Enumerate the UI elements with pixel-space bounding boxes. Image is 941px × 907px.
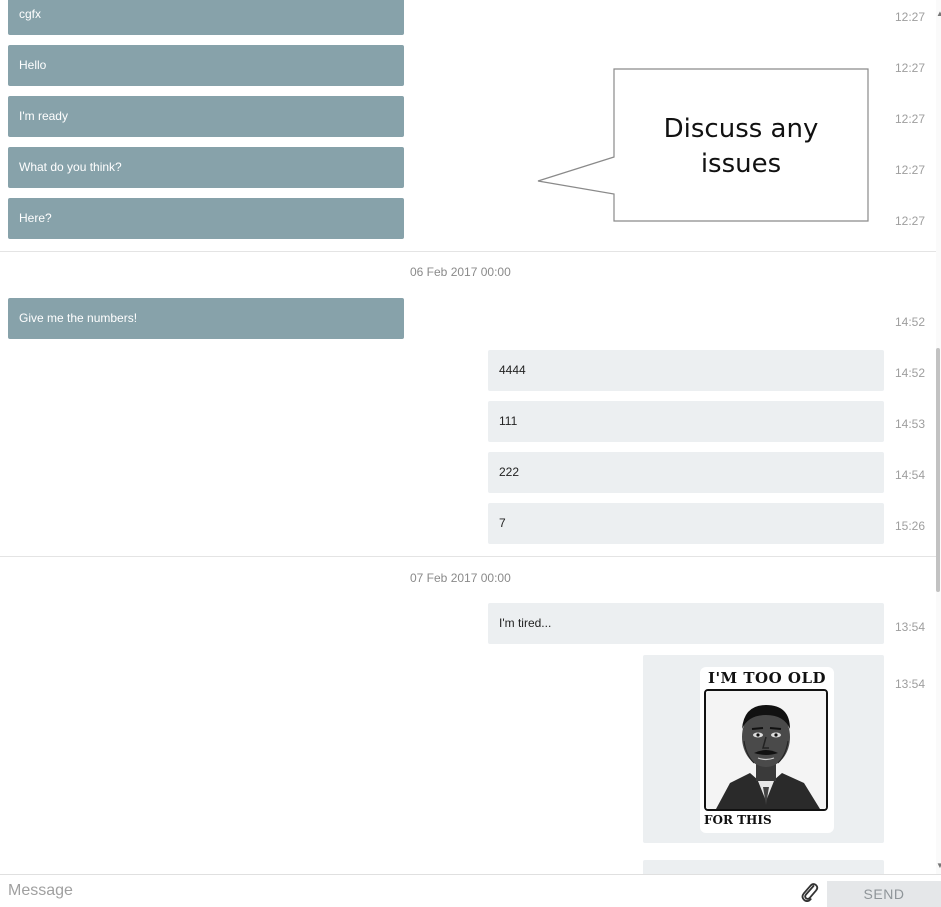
message-time: 14:52	[895, 315, 926, 329]
message-time: 13:54	[895, 620, 926, 634]
message-time: 14:52	[895, 366, 926, 380]
scrollbar-thumb[interactable]	[936, 348, 940, 592]
message-bubble-outgoing[interactable]: I'm tired...	[488, 603, 884, 644]
message-time: 13:54	[895, 677, 926, 691]
message-bubble-outgoing-partial[interactable]	[643, 860, 884, 874]
image-message-bubble[interactable]: I'M TOO OLD FOR THIS	[643, 655, 884, 843]
message-time: 12:27	[895, 163, 926, 177]
meme-image[interactable]: I'M TOO OLD FOR THIS	[700, 667, 834, 833]
message-bubble-outgoing[interactable]: 111	[488, 401, 884, 442]
date-separator: 06 Feb 2017 00:00	[410, 265, 511, 279]
scroll-down-arrow-icon[interactable]: ▼	[936, 862, 941, 870]
message-time: 12:27	[895, 112, 926, 126]
message-bubble-outgoing[interactable]: 222	[488, 452, 884, 493]
message-bubble-incoming[interactable]: I'm ready	[8, 96, 404, 137]
callout-line-2: issues	[700, 149, 782, 179]
message-bubble-outgoing[interactable]: 7	[488, 503, 884, 544]
message-time: 12:27	[895, 61, 926, 75]
scroll-up-arrow-icon[interactable]: ▲	[936, 10, 941, 18]
message-time: 14:53	[895, 417, 926, 431]
message-bubble-incoming[interactable]: cgfx	[8, 0, 404, 35]
paperclip-icon[interactable]	[799, 880, 819, 902]
date-divider	[0, 556, 936, 557]
message-time: 15:26	[895, 519, 926, 533]
message-bubble-incoming[interactable]: Here?	[8, 198, 404, 239]
date-separator: 07 Feb 2017 00:00	[410, 571, 511, 585]
message-bubble-outgoing[interactable]: 4444	[488, 350, 884, 391]
message-time: 14:54	[895, 468, 926, 482]
message-composer: SEND	[0, 874, 941, 907]
message-time: 12:27	[895, 10, 926, 24]
message-bubble-incoming[interactable]: Give me the numbers!	[8, 298, 404, 339]
send-button[interactable]: SEND	[827, 881, 941, 907]
callout-line-1: Discuss any	[663, 114, 819, 144]
message-bubble-incoming[interactable]: What do you think?	[8, 147, 404, 188]
date-divider	[0, 251, 936, 252]
message-input[interactable]	[0, 875, 780, 907]
portrait-illustration	[706, 691, 826, 809]
message-time: 12:27	[895, 214, 926, 228]
message-bubble-incoming[interactable]: Hello	[8, 45, 404, 86]
meme-top-caption: I'M TOO OLD	[707, 669, 827, 687]
callout-text: Discuss any issues	[618, 112, 864, 182]
meme-bottom-caption: FOR THIS	[704, 813, 772, 827]
meme-portrait	[704, 689, 828, 811]
chat-app: cgfx 12:27 Hello 12:27 I'm ready 12:27 W…	[0, 0, 941, 907]
